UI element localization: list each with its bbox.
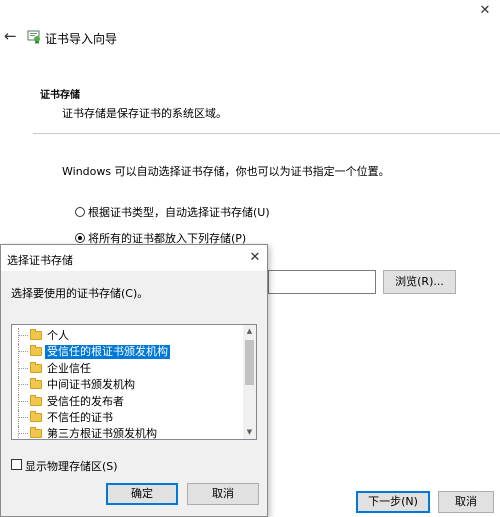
- folder-icon: [30, 329, 42, 340]
- radio-auto-select-label[interactable]: 根据证书类型，自动选择证书存储(U): [88, 204, 270, 220]
- wizard-cancel-button[interactable]: 取消: [438, 491, 494, 513]
- dialog-title: 选择证书存储: [7, 254, 73, 267]
- tree-item-label: 企业信任: [47, 361, 91, 375]
- dialog-close-icon[interactable]: ✕: [247, 250, 263, 266]
- folder-icon: [30, 378, 42, 390]
- tree-item[interactable]: 企业信任: [12, 360, 242, 377]
- info-text: Windows 可以自动选择证书存储，你也可以为证书指定一个位置。: [62, 165, 390, 178]
- select-store-dialog: 选择证书存储 ✕ 选择要使用的证书存储(C)。 个人受信任的根证书颁发机构 企业信…: [0, 244, 268, 517]
- tree-item-label: 不信任的证书: [47, 411, 113, 424]
- tree-item[interactable]: 受信任的根证书颁发机构: [12, 344, 242, 361]
- wizard-close-icon[interactable]: ✕: [476, 4, 494, 18]
- section-title: 证书存储: [40, 90, 80, 101]
- back-arrow-icon[interactable]: ←: [4, 28, 20, 44]
- tree-item-label: 个人: [47, 329, 69, 342]
- tree-connector: [19, 384, 28, 386]
- certificate-store-field[interactable]: [268, 270, 376, 294]
- store-tree[interactable]: 个人受信任的根证书颁发机构 企业信任中间证书颁发机构 受信任的发布者 不信任的证书第三…: [11, 324, 257, 440]
- tree-scrollbar[interactable]: ▲ ▼: [243, 325, 256, 439]
- folder-icon: [30, 394, 42, 406]
- tree-connector: [19, 417, 28, 419]
- scroll-down-icon[interactable]: ▼: [243, 426, 256, 439]
- next-button[interactable]: 下一步(N): [356, 491, 430, 513]
- ok-button[interactable]: 确定: [106, 483, 178, 505]
- folder-icon: [30, 411, 42, 422]
- tree-item-label: 第三方根证书颁发机构: [47, 427, 157, 440]
- header-divider: [33, 133, 500, 134]
- wizard-title: 证书导入向导: [45, 32, 118, 46]
- tree-connector: [19, 400, 28, 403]
- tree-connector: [19, 433, 28, 435]
- radio-place-in-store[interactable]: [75, 233, 85, 243]
- tree-item[interactable]: 第三方根证书颁发机构: [12, 426, 242, 440]
- tree-item-label: 中间证书颁发机构: [47, 378, 135, 392]
- tree-item-label: 受信任的根证书颁发机构: [45, 345, 170, 360]
- tree-connector: [19, 335, 28, 337]
- folder-icon: [30, 427, 42, 439]
- browse-button[interactable]: 浏览(R)...: [383, 270, 456, 294]
- folder-icon: [30, 361, 42, 373]
- show-physical-stores-checkbox[interactable]: [11, 459, 22, 470]
- scroll-up-icon[interactable]: ▲: [243, 325, 256, 338]
- radio-auto-select[interactable]: [75, 207, 85, 217]
- tree-item-label: 受信任的发布者: [47, 394, 124, 408]
- tree-item[interactable]: 不信任的证书: [12, 410, 242, 426]
- certificate-wizard-icon: [26, 28, 42, 44]
- tree-connector: [19, 367, 28, 370]
- tree-connector: [19, 351, 28, 353]
- folder-icon: [30, 345, 42, 357]
- dialog-cancel-button[interactable]: 取消: [187, 483, 259, 505]
- section-description: 证书存储是保存证书的系统区域。: [62, 107, 227, 120]
- tree-item[interactable]: 个人: [12, 328, 242, 344]
- tree-item[interactable]: 受信任的发布者: [12, 393, 242, 410]
- tree-item[interactable]: 中间证书颁发机构: [12, 377, 242, 394]
- scroll-thumb[interactable]: [245, 340, 254, 385]
- dialog-prompt: 选择要使用的证书存储(C)。: [11, 287, 149, 300]
- show-physical-stores-label[interactable]: 显示物理存储区(S): [25, 458, 118, 474]
